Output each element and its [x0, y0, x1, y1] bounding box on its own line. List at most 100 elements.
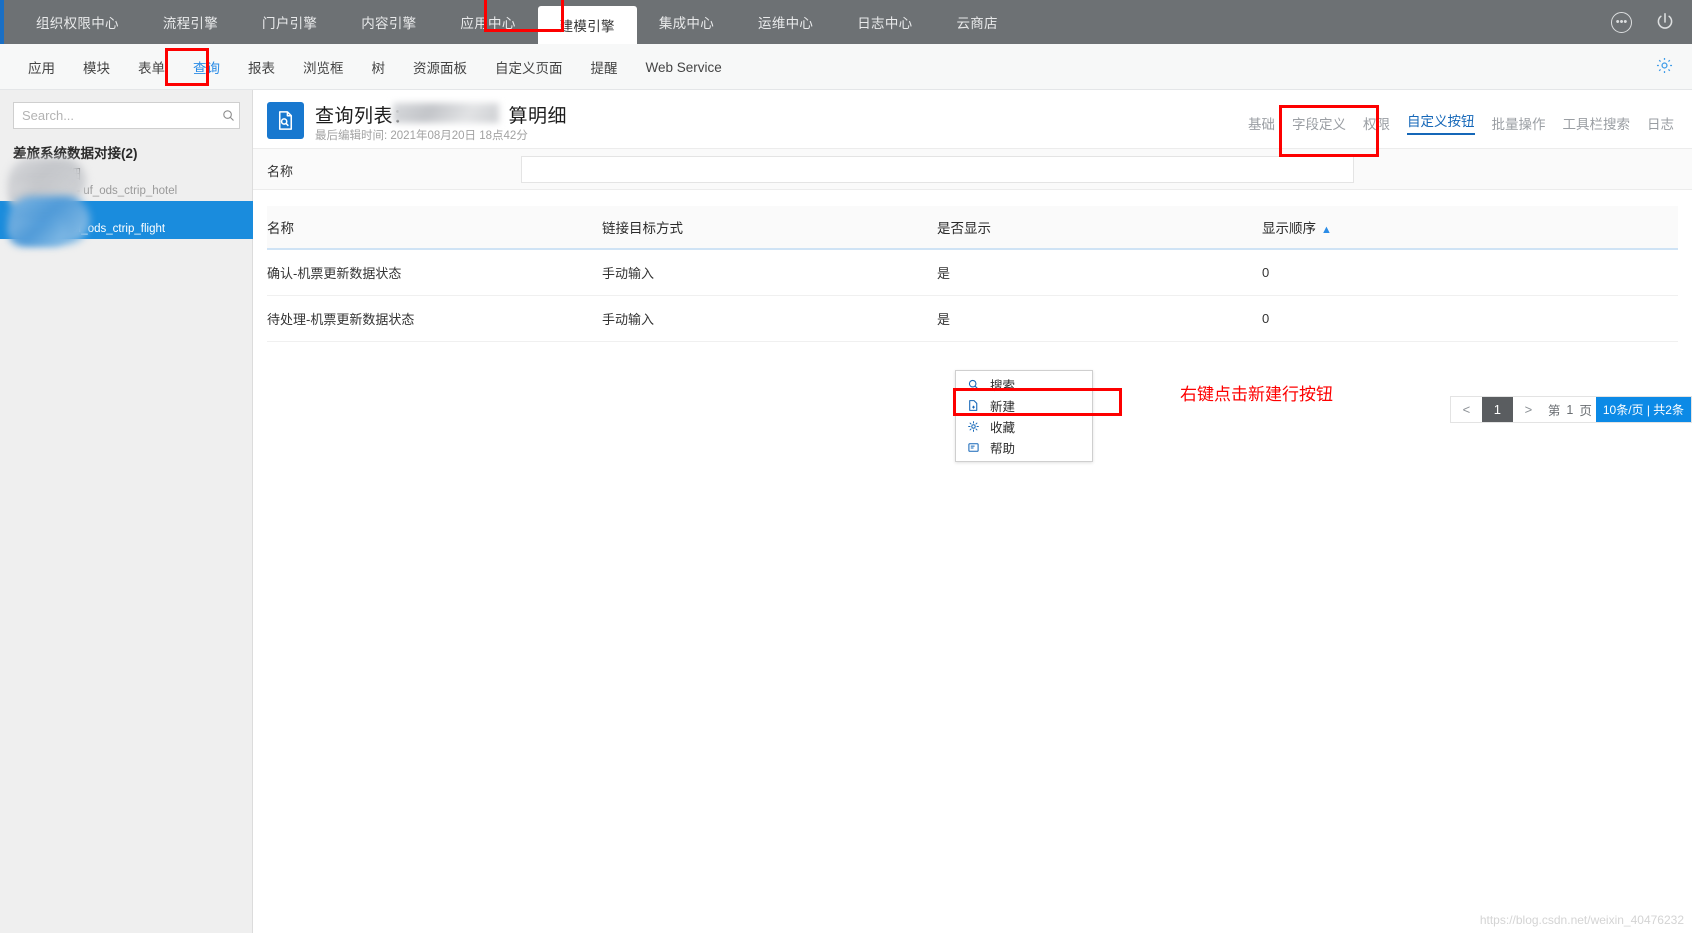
query-document-icon [267, 102, 304, 139]
subnav-item-custom-page[interactable]: 自定义页面 [481, 57, 577, 77]
pagination-goto-suffix: 页 [1579, 404, 1592, 418]
top-tab-label: 流程引擎 [162, 16, 219, 31]
subnav-item-web-service[interactable]: Web Service [632, 60, 736, 75]
subnav-item-form[interactable]: 表单 [124, 57, 179, 77]
top-tab-modeling-engine[interactable]: 建模引擎 [537, 6, 637, 44]
top-tab-ops[interactable]: 运维中心 [736, 0, 835, 44]
module-subnav-bar: 应用 模块 表单 查询 报表 浏览框 树 资源面板 自定义页面 提醒 Web S… [0, 44, 1692, 90]
cell-visible: 是 [937, 295, 1262, 342]
subnav-item-label: 模块 [83, 61, 110, 76]
cell-visible: 是 [937, 249, 1262, 296]
power-icon[interactable] [1654, 11, 1676, 33]
gear-icon[interactable] [1655, 56, 1674, 80]
cell-link-target: 手动输入 [602, 249, 937, 296]
page-nav-label: 字段定义 [1292, 116, 1346, 132]
sidebar-tree-item-hotel[interactable]: 结算明细 结算明细 - uf_ods_ctrip_hotel [0, 163, 253, 201]
context-menu-label: 新建 [990, 400, 1016, 414]
filter-name-label: 名称 [267, 164, 294, 179]
top-tab-label: 建模引擎 [559, 19, 615, 34]
top-tab-portal[interactable]: 门户引擎 [240, 0, 339, 44]
top-tab-app-center[interactable]: 应用中心 [438, 0, 537, 44]
filter-name-input[interactable] [522, 157, 1353, 182]
top-tab-list: 组织权限中心 流程引擎 门户引擎 内容引擎 应用中心 建模引擎 集成中心 运维中… [14, 0, 1020, 44]
filter-bar: 名称 [253, 148, 1692, 190]
help-icon [966, 440, 981, 455]
page-nav-label: 日志 [1647, 116, 1674, 132]
filter-name-input-wrapper[interactable] [521, 156, 1354, 183]
page-nav-custom-button[interactable]: 自定义按钮 [1407, 110, 1475, 135]
page-title-suffix: 算明细 [508, 106, 568, 127]
page-nav-toolbar-search[interactable]: 工具栏搜索 [1563, 113, 1631, 133]
top-tab-process[interactable]: 流程引擎 [141, 0, 240, 44]
context-menu-item-help[interactable]: 帮助 [956, 437, 1092, 458]
page-nav-label: 基础 [1248, 116, 1275, 132]
top-tab-org[interactable]: 组织权限中心 [14, 0, 141, 44]
cell-name: 确认-机票更新数据状态 [267, 249, 602, 296]
subnav-item-application[interactable]: 应用 [14, 57, 69, 77]
top-tab-label: 日志中心 [857, 16, 913, 31]
pagination-goto-prefix: 第 [1547, 404, 1561, 418]
table-row[interactable]: 待处理-机票更新数据状态 手动输入 是 0 [267, 295, 1678, 342]
top-tab-label: 门户引擎 [262, 16, 318, 31]
column-header-visible[interactable]: 是否显示 [937, 206, 1262, 250]
subnav-item-report[interactable]: 报表 [234, 57, 289, 77]
subnav-item-browser-box[interactable]: 浏览框 [289, 57, 358, 77]
sidebar-search-box[interactable] [13, 102, 240, 129]
page-nav-basic[interactable]: 基础 [1248, 113, 1275, 133]
context-menu-item-search[interactable]: 搜索 [956, 374, 1092, 395]
subnav-item-resource-panel[interactable]: 资源面板 [399, 57, 481, 77]
page-nav-label: 权限 [1363, 116, 1390, 132]
new-document-icon [966, 398, 981, 413]
column-header-link-target[interactable]: 链接目标方式 [602, 206, 937, 250]
search-icon [966, 377, 981, 392]
page-nav-log[interactable]: 日志 [1647, 113, 1674, 133]
pagination-goto: 第 1 页 [1544, 397, 1596, 422]
subnav-item-label: 树 [371, 61, 386, 76]
sidebar-tree-item-flight[interactable]: 算明细 算明细 - uf_ods_ctrip_flight [0, 201, 253, 239]
top-tab-label: 组织权限中心 [36, 16, 119, 31]
top-tab-cloud-store[interactable]: 云商店 [934, 0, 1019, 44]
left-sidebar: 差旅系统数据对接(2) 结算明细 结算明细 - uf_ods_ctrip_hot… [0, 90, 253, 933]
subnav-item-reminder[interactable]: 提醒 [577, 57, 632, 77]
pagination-next-button[interactable]: > [1513, 397, 1544, 422]
subnav-item-label: 应用 [28, 61, 55, 76]
column-header-display-order-label: 显示顺序 [1262, 221, 1316, 236]
page-nav-permissions[interactable]: 权限 [1363, 113, 1390, 133]
cell-link-target: 手动输入 [602, 295, 937, 342]
page-section-nav: 基础 字段定义 权限 自定义按钮 批量操作 工具栏搜索 日志 [1248, 110, 1674, 135]
top-tab-label: 云商店 [956, 16, 998, 31]
page-nav-field-definition[interactable]: 字段定义 [1292, 113, 1346, 133]
table-row[interactable]: 确认-机票更新数据状态 手动输入 是 0 [267, 249, 1678, 296]
subnav-item-label: 表单 [138, 61, 165, 76]
page-nav-label: 自定义按钮 [1407, 114, 1475, 129]
watermark: https://blog.csdn.net/weixin_40476232 [1479, 913, 1684, 927]
sidebar-group-title: 差旅系统数据对接(2) [13, 146, 138, 161]
tree-item-title: 结算明细 [27, 167, 81, 182]
search-input[interactable] [14, 108, 217, 123]
top-tab-content[interactable]: 内容引擎 [339, 0, 438, 44]
top-tab-integration[interactable]: 集成中心 [637, 0, 736, 44]
annotation-text: 右键点击新建行按钮 [1180, 385, 1333, 404]
subnav-item-tree[interactable]: 树 [358, 57, 400, 77]
subnav-item-query[interactable]: 查询 [179, 57, 234, 77]
custom-button-table: 名称 链接目标方式 是否显示 显示顺序 ▲ 确认-机票更新数据状态 手动输入 是 … [267, 206, 1678, 342]
pagination-summary[interactable]: 10条/页 | 共2条 [1595, 397, 1691, 422]
ellipsis-icon[interactable]: ••• [1611, 11, 1632, 33]
subnav-item-label: 浏览框 [303, 61, 344, 76]
top-tab-log-center[interactable]: 日志中心 [835, 0, 934, 44]
top-navigation-bar: 组织权限中心 流程引擎 门户引擎 内容引擎 应用中心 建模引擎 集成中心 运维中… [0, 0, 1692, 44]
pagination-prev-button[interactable]: < [1451, 397, 1482, 422]
subnav-item-module[interactable]: 模块 [69, 57, 124, 77]
context-menu: 搜索 新建 收藏 帮助 [955, 370, 1093, 462]
search-icon[interactable] [217, 108, 239, 123]
subnav-item-label: 查询 [193, 61, 220, 76]
sort-ascending-icon[interactable]: ▲ [1321, 224, 1332, 236]
context-menu-item-favorite[interactable]: 收藏 [956, 416, 1092, 437]
pagination-goto-input[interactable]: 1 [1566, 403, 1573, 417]
context-menu-label: 收藏 [990, 421, 1016, 435]
column-header-display-order[interactable]: 显示顺序 ▲ [1262, 206, 1678, 250]
column-header-name[interactable]: 名称 [267, 206, 602, 250]
context-menu-item-new[interactable]: 新建 [956, 395, 1092, 416]
pagination-page-1[interactable]: 1 [1481, 397, 1513, 422]
page-nav-batch-operation[interactable]: 批量操作 [1492, 113, 1546, 133]
